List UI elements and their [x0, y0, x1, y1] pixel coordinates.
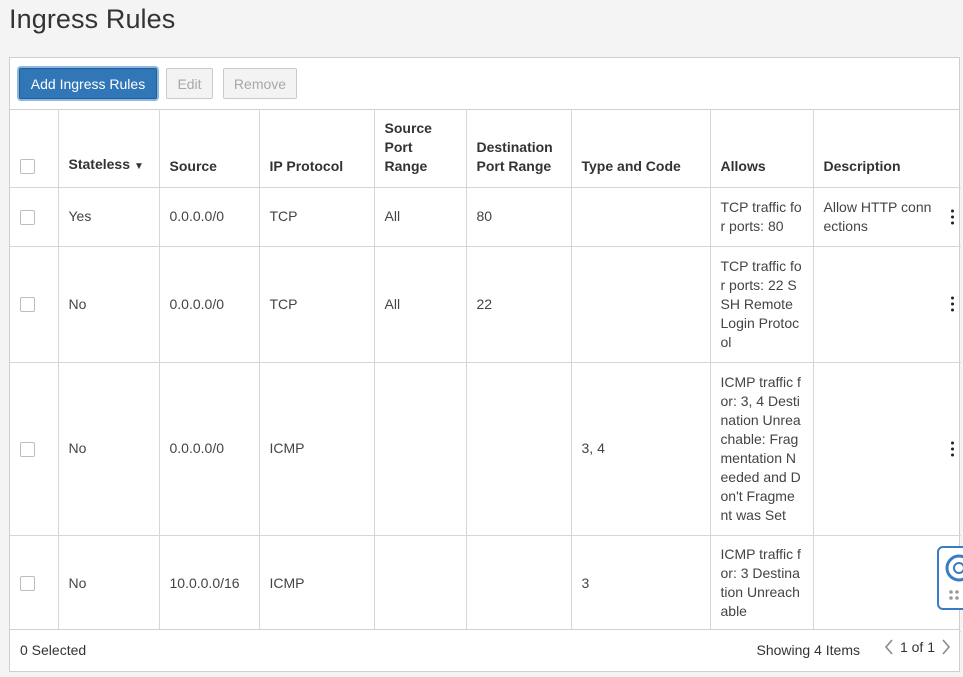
remove-button[interactable]: Remove — [223, 68, 297, 99]
select-all-header — [10, 109, 59, 188]
cell-ip-protocol: TCP — [259, 187, 375, 247]
select-all-checkbox[interactable] — [20, 159, 35, 175]
page-indicator: 1 of 1 — [899, 639, 935, 655]
column-header-type-and-code: Type and Code — [571, 109, 711, 188]
table-header-row: Stateless ▼ Source IP Protocol Source Por… — [10, 109, 961, 188]
item-count: Showing 4 Items — [756, 642, 861, 658]
cell-source: 0.0.0.0/0 — [159, 246, 260, 363]
edit-button[interactable]: Edit — [166, 68, 213, 99]
toolbar: Add Ingress Rules Edit Remove — [10, 58, 959, 110]
cell-ip-protocol: ICMP — [259, 535, 375, 632]
cell-stateless: No — [58, 246, 160, 363]
cell-stateless: No — [58, 535, 160, 632]
kebab-menu-icon[interactable] — [949, 209, 955, 224]
cell-ip-protocol: TCP — [259, 246, 375, 363]
table-row: No 0.0.0.0/0 ICMP 3, 4 ICMP traffic for:… — [10, 362, 961, 536]
cell-allows: TCP traffic for ports: 22 SSH Remote Log… — [710, 246, 814, 363]
cell-allows: TCP traffic for ports: 80 — [710, 187, 814, 247]
column-header-description: Description — [813, 109, 961, 188]
cell-description — [813, 362, 961, 536]
cell-destination-port-range: 80 — [466, 187, 572, 247]
kebab-menu-icon[interactable] — [949, 296, 955, 312]
cell-source-port-range — [374, 535, 467, 632]
help-widget[interactable] — [937, 546, 963, 610]
cell-ip-protocol: ICMP — [259, 362, 375, 536]
description-text: Allow HTTP connections — [823, 198, 932, 234]
column-header-ip-protocol: IP Protocol — [259, 109, 375, 188]
table-footer: 0 Selected Showing 4 Items 1 of 1 — [10, 629, 959, 671]
cell-source: 0.0.0.0/0 — [159, 187, 260, 247]
cell-source-port-range: All — [374, 246, 467, 363]
cell-stateless: No — [58, 362, 160, 536]
page-title: Ingress Rules — [9, 4, 176, 34]
table-row: No 10.0.0.0/16 ICMP 3 ICMP traffic for: … — [10, 535, 961, 632]
cell-allows: ICMP traffic for: 3 Destination Unreacha… — [710, 535, 814, 632]
cell-type-and-code — [571, 187, 711, 247]
cell-source: 0.0.0.0/0 — [159, 362, 260, 536]
cell-stateless: Yes — [58, 187, 160, 247]
cell-description — [813, 246, 961, 363]
chevron-left-icon[interactable] — [884, 639, 894, 655]
column-header-destination-port-range: Destination Port Range — [466, 109, 572, 188]
cell-type-and-code: 3 — [571, 535, 711, 632]
cell-source-port-range: All — [374, 187, 467, 247]
row-checkbox[interactable] — [20, 441, 35, 457]
row-checkbox[interactable] — [20, 297, 35, 313]
column-header-allows: Allows — [710, 109, 814, 188]
cell-source-port-range — [374, 362, 467, 536]
cell-type-and-code: 3, 4 — [571, 362, 711, 536]
pagination: 1 of 1 — [884, 639, 951, 655]
table-row: Yes 0.0.0.0/0 TCP All 80 TCP traffic for… — [10, 187, 961, 247]
cell-allows: ICMP traffic for: 3, 4 Destination Unrea… — [710, 362, 814, 536]
kebab-menu-icon[interactable] — [949, 441, 955, 456]
row-checkbox[interactable] — [20, 209, 35, 225]
column-header-stateless[interactable]: Stateless ▼ — [58, 109, 160, 188]
caret-down-icon: ▼ — [133, 160, 144, 172]
selected-count: 0 Selected — [20, 642, 87, 658]
cell-source: 10.0.0.0/16 — [159, 535, 260, 632]
column-header-source-port-range: Source Port Range — [374, 109, 467, 188]
column-header-source: Source — [159, 109, 260, 188]
lifebuoy-icon — [945, 554, 963, 600]
ingress-rules-table: Stateless ▼ Source IP Protocol Source Por… — [10, 109, 961, 632]
add-ingress-rules-button[interactable]: Add Ingress Rules — [19, 68, 157, 99]
cell-destination-port-range — [466, 362, 572, 536]
chevron-right-icon[interactable] — [941, 639, 951, 655]
table-row: No 0.0.0.0/0 TCP All 22 TCP traffic for … — [10, 246, 961, 363]
cell-destination-port-range: 22 — [466, 246, 572, 363]
cell-description: Allow HTTP connections — [813, 187, 961, 247]
cell-destination-port-range — [466, 535, 572, 632]
column-header-label: Stateless — [68, 155, 130, 172]
cell-type-and-code — [571, 246, 711, 363]
row-checkbox[interactable] — [20, 576, 35, 592]
rules-panel: Add Ingress Rules Edit Remove Stateless ▼ — [9, 57, 961, 672]
